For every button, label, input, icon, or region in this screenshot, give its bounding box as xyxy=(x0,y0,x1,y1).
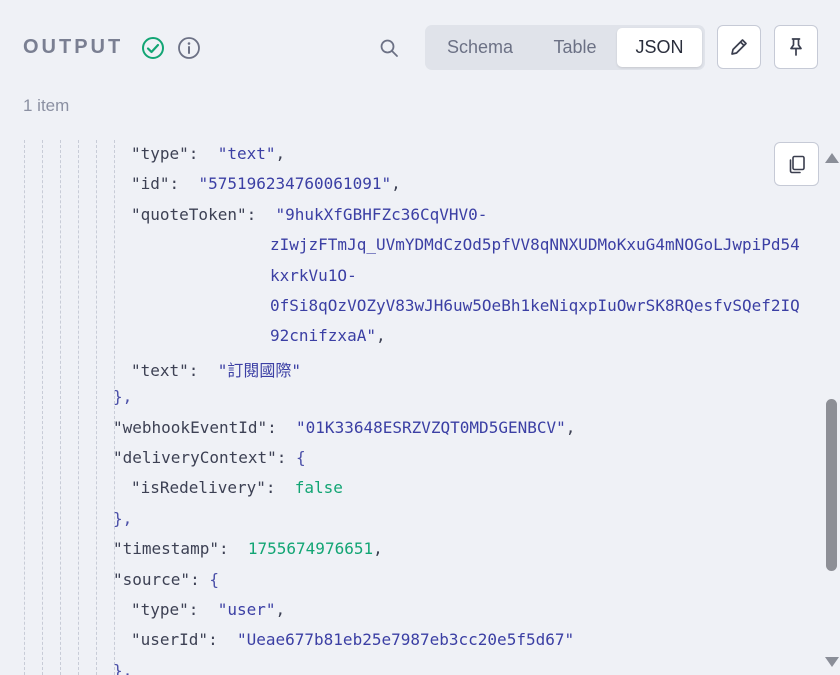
json-token: { xyxy=(209,569,219,589)
item-count: 1 item xyxy=(23,96,70,115)
json-viewer: "type": "text", "id": "575196234760061091… xyxy=(0,140,825,675)
json-token: "deliveryContext" xyxy=(113,448,277,467)
json-line: "text": "訂閱國際" xyxy=(131,357,301,381)
pencil-icon xyxy=(731,39,747,55)
scroll-down-arrow-icon[interactable] xyxy=(825,657,839,667)
tab-table[interactable]: Table xyxy=(533,28,617,67)
json-token: zIwjzFTmJq_UVmYDMdCzOd5pfVV8qNNXUDMoKxuG… xyxy=(270,235,800,255)
json-token: "訂閱國際" xyxy=(217,360,301,380)
json-line: 0fSi8qOzVOZyV83wJH6uw5OeBh1keNiqxpIuOwrS… xyxy=(270,296,800,315)
json-line: "quoteToken": "9hukXfGBHFZc36CqVHV0- xyxy=(131,205,487,224)
json-token: "userId" xyxy=(131,630,209,650)
json-token: "quoteToken" xyxy=(131,204,247,224)
json-token: "type" xyxy=(131,600,189,619)
tab-schema[interactable]: Schema xyxy=(430,28,530,67)
json-token: , xyxy=(275,144,286,163)
panel-title: OUTPUT xyxy=(23,36,124,58)
json-line: "isRedelivery": false xyxy=(131,478,343,497)
indent-guide xyxy=(42,140,43,675)
json-token: 0fSi8qOzVOZyV83wJH6uw5OeBh1keNiqxpIuOwrS… xyxy=(270,296,800,315)
view-mode-switch: Schema Table JSON xyxy=(425,25,705,70)
json-token: : xyxy=(188,144,218,163)
json-line: 92cnifzxaA", xyxy=(270,326,386,345)
json-token: "user" xyxy=(217,600,276,619)
json-line: }, xyxy=(113,661,132,675)
json-token: { xyxy=(296,448,306,467)
pin-icon xyxy=(790,38,802,56)
json-token: "webhookEventId" xyxy=(113,417,268,437)
json-token: 1755674976651 xyxy=(247,539,374,559)
indent-guide xyxy=(24,140,25,675)
json-line: "type": "text", xyxy=(131,144,285,163)
copy-button[interactable] xyxy=(774,142,819,186)
json-token: , xyxy=(391,174,401,194)
indent-guide xyxy=(78,140,79,675)
json-token: kxrkVu1O- xyxy=(270,265,357,285)
json-line: "type": "user", xyxy=(131,600,285,619)
json-token: : xyxy=(169,174,199,194)
check-circle-icon xyxy=(142,37,164,59)
json-token: , xyxy=(565,417,576,437)
indent-guide xyxy=(96,140,97,675)
json-token: "type" xyxy=(131,144,189,163)
info-icon[interactable] xyxy=(177,36,201,60)
tab-json[interactable]: JSON xyxy=(617,28,702,67)
indent-guide xyxy=(114,140,115,675)
json-line: }, xyxy=(113,509,132,528)
output-header: OUTPUT Schema Table JSON xyxy=(0,0,840,96)
json-token: 92cnifzxaA" xyxy=(270,326,376,346)
json-line: "webhookEventId": "01K33648ESRZVZQT0MD5G… xyxy=(113,418,575,437)
json-token: }, xyxy=(113,660,133,675)
json-line: "userId": "Ueae677b81eb25e7987eb3cc20e5f… xyxy=(131,630,574,649)
json-line: kxrkVu1O- xyxy=(270,266,357,285)
json-token: "isRedelivery" xyxy=(131,478,266,498)
json-token: "text" xyxy=(131,360,189,380)
json-line: "timestamp": 1755674976651, xyxy=(113,539,383,558)
json-token: , xyxy=(373,539,383,559)
json-token: "source" xyxy=(113,569,191,589)
pin-button[interactable] xyxy=(774,25,818,69)
copy-icon xyxy=(789,155,805,174)
search-icon[interactable] xyxy=(378,37,400,59)
json-token: : xyxy=(267,417,297,437)
scrollbar-thumb[interactable] xyxy=(826,399,837,571)
json-token: "id" xyxy=(131,174,170,194)
json-token: : xyxy=(188,360,218,380)
json-token: "9hukXfGBHFZc36CqVHV0- xyxy=(275,204,488,224)
json-token: : xyxy=(265,478,295,498)
json-line: zIwjzFTmJq_UVmYDMdCzOd5pfVV8qNNXUDMoKxuG… xyxy=(270,235,800,254)
json-token: "01K33648ESRZVZQT0MD5GENBCV" xyxy=(296,417,566,437)
scroll-up-arrow-icon[interactable] xyxy=(825,153,839,163)
json-token: : xyxy=(218,539,248,559)
json-token: , xyxy=(275,600,286,619)
json-token: : xyxy=(208,630,237,650)
indent-guide xyxy=(60,140,61,675)
json-token: : xyxy=(188,600,218,619)
json-line: "id": "575196234760061091", xyxy=(131,174,401,193)
json-token: "Ueae677b81eb25e7987eb3cc20e5f5d67" xyxy=(236,630,575,650)
json-token: : xyxy=(190,569,210,589)
json-token: : xyxy=(276,448,297,467)
json-line: "source": { xyxy=(113,570,219,589)
json-token: : xyxy=(246,204,276,224)
json-line: }, xyxy=(113,387,132,406)
edit-button[interactable] xyxy=(717,25,761,69)
json-token: , xyxy=(375,326,386,346)
json-line: "deliveryContext": { xyxy=(113,448,306,467)
json-token: "text" xyxy=(217,144,276,163)
json-token: false xyxy=(294,478,343,498)
json-token: "timestamp" xyxy=(113,539,219,559)
json-token: }, xyxy=(113,508,133,528)
json-token: }, xyxy=(113,387,133,407)
json-token: "575196234760061091" xyxy=(198,174,392,194)
